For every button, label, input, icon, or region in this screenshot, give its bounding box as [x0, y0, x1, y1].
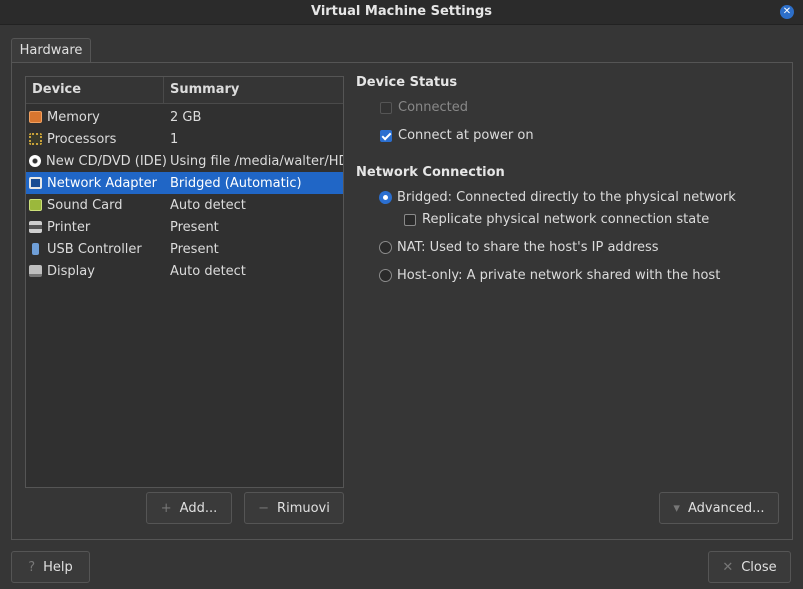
table-row-memory[interactable]: Memory 2 GB — [26, 106, 343, 128]
printer-icon — [29, 221, 42, 233]
table-row-printer[interactable]: Printer Present — [26, 216, 343, 238]
device-name: New CD/DVD (IDE) — [46, 153, 167, 169]
replicate-state-checkbox[interactable]: Replicate physical network connection st… — [404, 212, 709, 227]
device-summary: 1 — [170, 131, 179, 147]
connect-at-power-on-checkbox-box — [380, 129, 392, 142]
connected-checkbox-box — [380, 101, 392, 114]
remove-device-button[interactable]: − Rimuovi — [244, 492, 344, 524]
close-window-icon[interactable]: ✕ — [780, 5, 794, 19]
connect-at-power-on-checkbox[interactable]: Connect at power on — [380, 128, 534, 143]
sound-card-icon — [29, 199, 42, 211]
processor-icon — [29, 133, 42, 145]
table-row-cd-dvd[interactable]: New CD/DVD (IDE) Using file /media/walte… — [26, 150, 343, 172]
network-connection-title: Network Connection — [356, 165, 505, 180]
device-summary: Bridged (Automatic) — [170, 175, 302, 191]
device-name: Display — [47, 263, 95, 279]
advanced-label: Advanced... — [687, 500, 765, 516]
tab-hardware[interactable]: Hardware — [11, 38, 91, 63]
close-icon: ✕ — [722, 559, 734, 575]
device-summary: Present — [170, 241, 219, 257]
device-status-title: Device Status — [356, 75, 458, 90]
close-label: Close — [741, 559, 777, 575]
device-name: Sound Card — [47, 197, 123, 213]
add-device-button[interactable]: + Add... — [146, 492, 232, 524]
connect-at-power-on-label: Connect at power on — [398, 128, 534, 143]
plus-icon: + — [160, 500, 172, 516]
device-name: USB Controller — [47, 241, 142, 257]
table-row-display[interactable]: Display Auto detect — [26, 260, 343, 282]
cart-icon: ▾ — [673, 500, 680, 516]
device-name: Printer — [47, 219, 91, 235]
device-column-header[interactable]: Device — [26, 77, 164, 103]
device-name: Processors — [47, 131, 117, 147]
replicate-state-checkbox-box — [404, 213, 416, 226]
minus-icon: − — [258, 500, 270, 516]
device-summary: Auto detect — [170, 197, 246, 213]
nat-radio-button — [379, 241, 392, 254]
advanced-button[interactable]: ▾ Advanced... — [659, 492, 779, 524]
table-row-usb-controller[interactable]: USB Controller Present — [26, 238, 343, 260]
table-header: Device Summary — [26, 77, 343, 104]
device-table[interactable]: Device Summary Memory 2 GB Processors 1 … — [25, 76, 344, 488]
device-summary: Present — [170, 219, 219, 235]
help-icon: ? — [28, 559, 36, 575]
replicate-state-label: Replicate physical network connection st… — [422, 212, 710, 227]
remove-device-label: Rimuovi — [277, 500, 330, 516]
hardware-tab-pane: Device Summary Memory 2 GB Processors 1 … — [11, 62, 793, 540]
device-summary: Using file /media/walter/HDD — [170, 153, 344, 169]
device-name: Memory — [47, 109, 100, 125]
device-summary: Auto detect — [170, 263, 246, 279]
host-only-label: Host-only: A private network shared with… — [397, 268, 721, 283]
host-only-radio-button — [379, 269, 392, 282]
display-icon — [29, 265, 42, 277]
usb-icon — [32, 243, 39, 255]
device-name: Network Adapter — [47, 175, 157, 191]
host-only-radio[interactable]: Host-only: A private network shared with… — [379, 268, 720, 283]
window-title: Virtual Machine Settings — [310, 4, 492, 19]
connected-label: Connected — [398, 100, 469, 115]
help-button[interactable]: ? Help — [11, 551, 90, 583]
add-device-label: Add... — [179, 500, 218, 516]
nat-label: NAT: Used to share the host's IP address — [397, 240, 659, 255]
bridged-label: Bridged: Connected directly to the physi… — [397, 190, 736, 205]
nat-radio[interactable]: NAT: Used to share the host's IP address — [379, 240, 659, 255]
help-label: Help — [43, 559, 73, 575]
cd-dvd-icon — [29, 155, 41, 167]
network-adapter-icon — [29, 177, 42, 189]
table-row-sound-card[interactable]: Sound Card Auto detect — [26, 194, 343, 216]
bridged-radio-button — [379, 191, 392, 204]
memory-icon — [29, 111, 42, 123]
connected-checkbox[interactable]: Connected — [380, 100, 468, 115]
summary-column-header[interactable]: Summary — [164, 77, 239, 103]
device-summary: 2 GB — [170, 109, 202, 125]
bridged-radio[interactable]: Bridged: Connected directly to the physi… — [379, 190, 736, 205]
window-titlebar: Virtual Machine Settings ✕ — [0, 0, 803, 25]
table-row-network-adapter[interactable]: Network Adapter Bridged (Automatic) — [26, 172, 343, 194]
table-row-processors[interactable]: Processors 1 — [26, 128, 343, 150]
close-button[interactable]: ✕ Close — [708, 551, 791, 583]
